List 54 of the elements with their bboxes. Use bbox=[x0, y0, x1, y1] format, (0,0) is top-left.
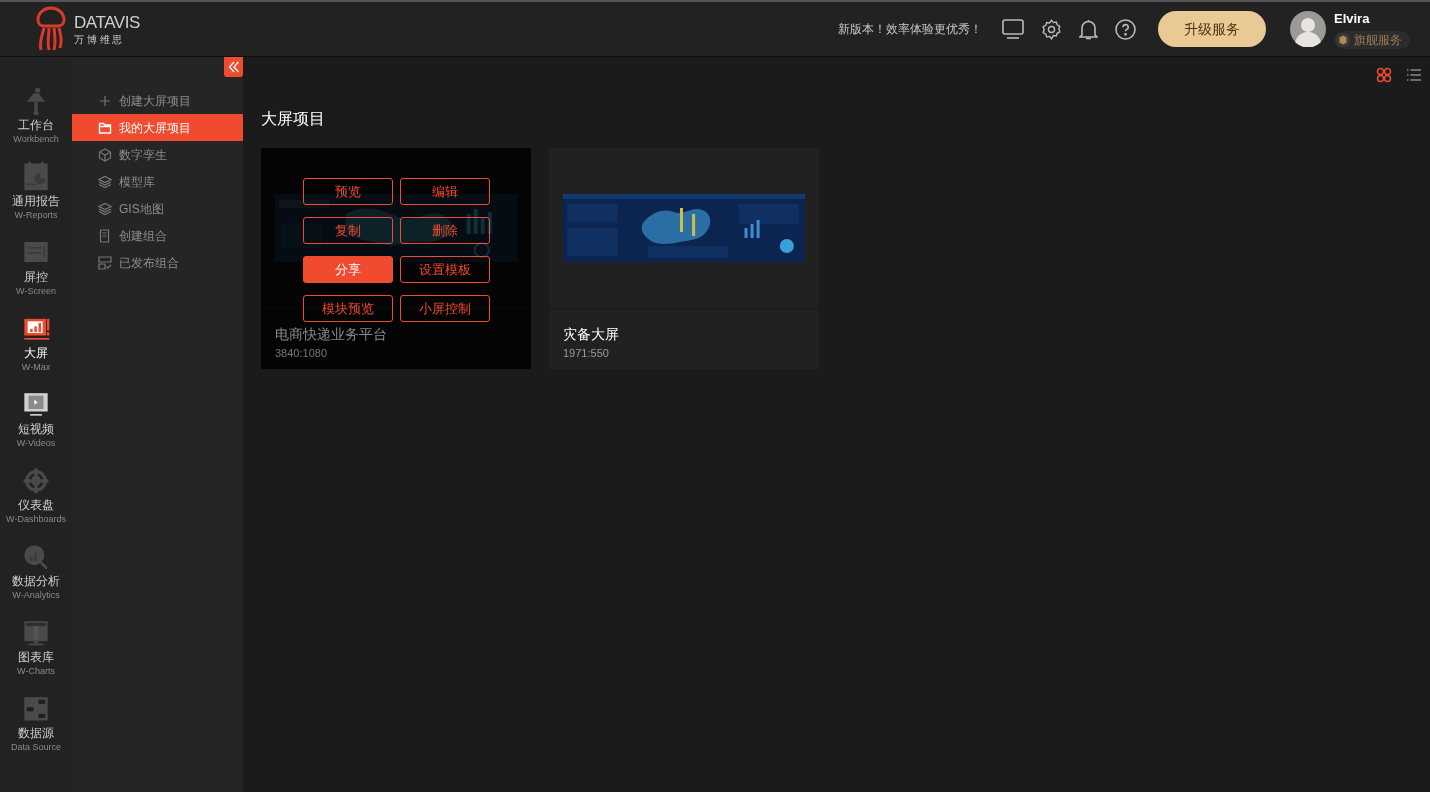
nav-item[interactable]: 数据源 Data Source bbox=[0, 693, 72, 753]
section-title: 大屏项目 bbox=[261, 109, 326, 129]
logo-text: DATAVIS bbox=[74, 13, 140, 31]
project-card[interactable]: 电商快递业务平台 3840:1080 预览 编辑 复制 删除 分享 设置模板 模块预览 小屏控制 bbox=[261, 148, 531, 369]
action-button[interactable]: 设置模板 bbox=[399, 256, 490, 283]
plan-label: 旗舰服务 bbox=[1354, 32, 1402, 50]
nav-item[interactable]: 屏控 W-Screen bbox=[0, 237, 72, 297]
upgrade-button[interactable]: 升级服务 bbox=[1158, 11, 1266, 47]
chevrons-left-icon bbox=[227, 61, 240, 73]
nav-item[interactable]: 数据分析 W-Analytics bbox=[0, 541, 72, 601]
grid-view-icon[interactable] bbox=[1376, 67, 1392, 83]
action-button[interactable]: 分享 bbox=[302, 256, 393, 283]
medal-icon bbox=[1336, 33, 1350, 48]
menu-item[interactable]: 我的大屏项目 bbox=[72, 114, 243, 141]
menu-item[interactable]: GIS地图 bbox=[72, 195, 243, 222]
nav-item[interactable]: 仪表盘 W-Dashboards bbox=[0, 465, 72, 525]
action-button[interactable]: 预览 bbox=[302, 178, 393, 205]
version-notice[interactable]: 新版本！效率体验更优秀！ bbox=[838, 20, 982, 38]
nav-item[interactable]: 大屏 W-Max bbox=[0, 313, 72, 373]
avatar[interactable] bbox=[1290, 11, 1326, 47]
project-title: 灾备大屏 bbox=[563, 325, 620, 343]
action-button[interactable]: 编辑 bbox=[399, 178, 490, 205]
action-button[interactable]: 小屏控制 bbox=[399, 295, 490, 322]
project-ratio: 3840:1080 bbox=[275, 346, 328, 361]
menu-item[interactable]: 已发布组合 bbox=[72, 249, 243, 276]
action-button[interactable]: 模块预览 bbox=[302, 295, 393, 322]
project-card[interactable]: 灾备大屏 1971:550 bbox=[549, 148, 819, 369]
nav-item[interactable]: 图表库 W-Charts bbox=[0, 617, 72, 677]
nav-item[interactable]: 通用报告 W-Reports bbox=[0, 161, 72, 221]
user-name: Elvira bbox=[1334, 9, 1371, 28]
monitor-icon[interactable] bbox=[1002, 19, 1024, 39]
layers-icon bbox=[98, 201, 112, 216]
action-button[interactable]: 删除 bbox=[399, 217, 490, 244]
action-button[interactable]: 复制 bbox=[302, 217, 393, 244]
menu-item[interactable]: 数字孪生 bbox=[72, 141, 243, 168]
collapse-button[interactable] bbox=[224, 57, 243, 77]
project-ratio: 1971:550 bbox=[563, 346, 610, 361]
menu-item[interactable]: 模型库 bbox=[72, 168, 243, 195]
layers-icon bbox=[98, 174, 112, 189]
folder-icon bbox=[98, 120, 112, 135]
doc-icon bbox=[98, 228, 112, 243]
bell-icon[interactable] bbox=[1079, 18, 1098, 40]
nav-item[interactable]: 短视频 W-Videos bbox=[0, 389, 72, 449]
cube-icon bbox=[98, 147, 112, 162]
help-icon[interactable] bbox=[1115, 18, 1136, 40]
plus-icon bbox=[98, 93, 112, 108]
nav-item[interactable]: 工作台 Workbench bbox=[0, 85, 72, 145]
project-title: 电商快递业务平台 bbox=[275, 325, 388, 343]
logo-subtitle: 万 博 维 思 bbox=[74, 34, 124, 45]
settings-icon[interactable] bbox=[1041, 18, 1062, 40]
menu-item[interactable]: 创建组合 bbox=[72, 222, 243, 249]
menu-item[interactable]: 创建大屏项目 bbox=[72, 87, 243, 114]
publish-icon bbox=[98, 255, 112, 270]
list-view-icon[interactable] bbox=[1406, 67, 1422, 83]
